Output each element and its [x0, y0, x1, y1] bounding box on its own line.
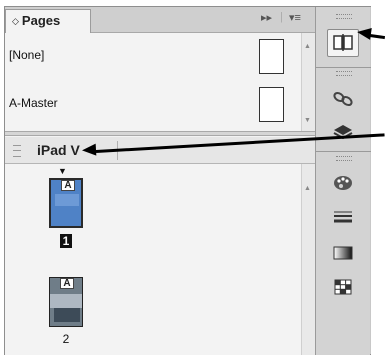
swatches-icon[interactable]: [327, 169, 359, 197]
links-icon[interactable]: [327, 85, 359, 113]
arrow-shaft: [369, 34, 385, 40]
grip-icon[interactable]: [13, 145, 21, 157]
page-number: 2: [62, 332, 70, 346]
section-title: iPad V: [37, 142, 80, 158]
master-label: [None]: [9, 48, 45, 62]
pages-scrollbar[interactable]: ▲: [301, 164, 315, 355]
masters-scrollbar[interactable]: ▲ ▼: [301, 33, 315, 131]
rail-divider: [316, 151, 371, 152]
gradient-icon[interactable]: [327, 239, 359, 267]
masters-section: [None] A-Master ▲ ▼: [5, 33, 315, 131]
current-page-marker-icon: ▼: [58, 166, 67, 176]
pages-icon[interactable]: [327, 29, 359, 57]
page-thumbnail[interactable]: A: [49, 277, 83, 327]
rail-grip-icon[interactable]: [336, 71, 352, 76]
panel-menu-icon[interactable]: ▾≡: [289, 11, 301, 24]
pages-panel: ◇ Pages ▸▸ | ▾≡ [None] A-Master ▲ ▼ iPad …: [5, 7, 315, 355]
scroll-down-icon[interactable]: ▼: [304, 117, 311, 124]
master-row-a[interactable]: A-Master: [5, 81, 305, 129]
master-tag: A: [61, 180, 75, 191]
page-thumbnail[interactable]: A: [49, 178, 83, 228]
tab-pages[interactable]: ◇ Pages: [5, 9, 91, 33]
arrowhead-icon: [81, 143, 97, 157]
master-thumbnail[interactable]: [259, 87, 284, 122]
thumbnail-content: [54, 308, 80, 322]
pages-section: ▼ A 1 A 2 ▲: [5, 164, 315, 355]
tab-expand-icon[interactable]: ◇: [12, 16, 19, 26]
stroke-icon[interactable]: [327, 203, 359, 231]
thumbnail-content: [50, 294, 82, 308]
rail-grip-icon[interactable]: [336, 156, 352, 161]
scroll-up-icon[interactable]: ▲: [304, 185, 311, 192]
collapse-panel-icon[interactable]: ▸▸: [261, 11, 272, 24]
page-item-2[interactable]: A 2: [47, 277, 85, 357]
panel-divider-handle[interactable]: [5, 131, 315, 136]
thumbnail-content: [55, 194, 79, 206]
master-tag: A: [60, 278, 74, 289]
rail-divider: [316, 67, 371, 68]
rail-grip-icon[interactable]: [336, 14, 352, 19]
master-row-none[interactable]: [None]: [5, 33, 305, 81]
master-label: A-Master: [9, 96, 58, 110]
panel-tab-bar: ◇ Pages ▸▸ | ▾≡: [5, 7, 315, 33]
swatch-grid-icon[interactable]: [327, 273, 359, 301]
collapsed-panels-rail: [315, 7, 371, 355]
arrowhead-icon: [356, 26, 372, 40]
tab-separator: |: [280, 11, 283, 23]
tab-pages-label: Pages: [21, 13, 61, 28]
page-number: 1: [47, 234, 85, 248]
scroll-up-icon[interactable]: ▲: [304, 43, 311, 50]
master-thumbnail[interactable]: [259, 39, 284, 74]
page-item-1[interactable]: ▼ A 1: [47, 166, 85, 250]
layers-icon[interactable]: [327, 117, 359, 145]
